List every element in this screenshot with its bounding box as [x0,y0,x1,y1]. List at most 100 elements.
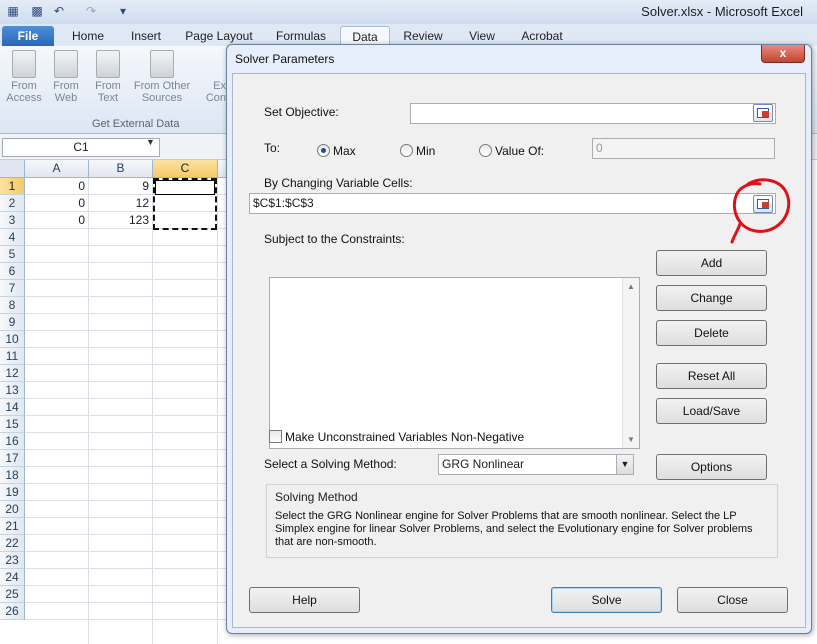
row-header-5[interactable]: 5 [0,246,25,263]
tab-home[interactable]: Home [60,26,116,46]
row-header-1[interactable]: 1 [0,178,25,195]
delete-button[interactable]: Delete [656,320,767,346]
row-header-20[interactable]: 20 [0,501,25,518]
row-header-10[interactable]: 10 [0,331,25,348]
row-header-26[interactable]: 26 [0,603,25,620]
reset-all-button[interactable]: Reset All [656,363,767,389]
save-icon[interactable]: ▩ [30,4,44,18]
solve-button[interactable]: Solve [551,587,662,613]
gridline [25,262,240,263]
tab-page-layout[interactable]: Page Layout [178,26,260,46]
column-header-c[interactable]: C [153,160,218,178]
column-header-b[interactable]: B [89,160,153,178]
tab-view[interactable]: View [456,26,508,46]
tab-insert[interactable]: Insert [120,26,172,46]
cell-b2[interactable]: 12 [89,195,153,212]
row-header-25[interactable]: 25 [0,586,25,603]
customize-toolbar-icon[interactable]: ▾ [116,4,130,18]
nonneg-checkbox[interactable] [269,430,282,443]
row-header-6[interactable]: 6 [0,263,25,280]
change-button[interactable]: Change [656,285,767,311]
tab-data[interactable]: Data [340,26,390,46]
chevron-down-icon[interactable]: ▼ [616,455,633,474]
row-header-15[interactable]: 15 [0,416,25,433]
row-header-18[interactable]: 18 [0,467,25,484]
text-file-icon [96,50,120,78]
tab-file[interactable]: File [2,26,54,46]
undo-icon[interactable]: ↶ [52,4,66,18]
row-header-11[interactable]: 11 [0,348,25,365]
cell-a1[interactable]: 0 [25,178,89,195]
cell-a3[interactable]: 0 [25,212,89,229]
solving-method-select[interactable]: GRG Nonlinear ▼ [438,454,634,475]
radio-max[interactable] [317,144,330,157]
options-button[interactable]: Options [656,454,767,480]
set-objective-ref-button[interactable] [753,104,773,122]
row-header-16[interactable]: 16 [0,433,25,450]
changing-cells-ref-button[interactable] [753,195,773,213]
radio-min-label[interactable]: Min [416,144,435,158]
chevron-down-icon[interactable]: ▼ [146,137,155,147]
dialog-close-button[interactable]: x [761,45,805,63]
constraints-scrollbar[interactable]: ▲ ▼ [622,278,639,448]
radio-min[interactable] [400,144,413,157]
row-header-2[interactable]: 2 [0,195,25,212]
row-header-12[interactable]: 12 [0,365,25,382]
close-button[interactable]: Close [677,587,788,613]
row-header-23[interactable]: 23 [0,552,25,569]
excel-logo-icon[interactable]: ▦ [6,4,20,18]
tab-formulas[interactable]: Formulas [266,26,336,46]
access-database-icon [12,50,36,78]
from-access-button[interactable]: From Access [2,50,46,104]
row-header-17[interactable]: 17 [0,450,25,467]
cell-a2[interactable]: 0 [25,195,89,212]
column-header-a[interactable]: A [25,160,89,178]
row-header-24[interactable]: 24 [0,569,25,586]
row-header-13[interactable]: 13 [0,382,25,399]
row-header-22[interactable]: 22 [0,535,25,552]
from-text-button[interactable]: From Text [86,50,130,104]
row-header-9[interactable]: 9 [0,314,25,331]
gridline [25,568,240,569]
cell-b1[interactable]: 9 [89,178,153,195]
set-objective-input[interactable] [410,103,776,124]
name-box[interactable]: C1 [2,138,160,157]
row-header-3[interactable]: 3 [0,212,25,229]
changing-cells-input[interactable]: $C$1:$C$3 [249,193,776,214]
from-other-sources-button[interactable]: From Other Sources [130,50,194,104]
gridline [25,534,240,535]
window-title: Solver.xlsx - Microsoft Excel [641,4,803,19]
radio-value-of-label[interactable]: Value Of: [495,144,544,158]
constraints-label: Subject to the Constraints: [264,232,405,246]
dialog-body: Set Objective: To: Max Min Value Of: 0 B… [232,73,806,628]
scroll-up-icon[interactable]: ▲ [627,282,635,291]
row-header-19[interactable]: 19 [0,484,25,501]
worksheet-grid[interactable]: A B C 0 9 0 12 0 123 1 2 3 4 5 6 7 8 9 10 11 12 13 14… [0,160,240,644]
row-header-7[interactable]: 7 [0,280,25,297]
help-button[interactable]: Help [249,587,360,613]
value-of-input[interactable]: 0 [592,138,775,159]
gridline [25,381,240,382]
solving-method-description: Select the GRG Nonlinear engine for Solv… [275,510,753,548]
existing-connections-button[interactable]: Ex Con [200,50,226,104]
radio-max-label[interactable]: Max [333,144,356,158]
row-header-8[interactable]: 8 [0,297,25,314]
row-header-4[interactable]: 4 [0,229,25,246]
nonneg-label[interactable]: Make Unconstrained Variables Non-Negativ… [285,430,524,444]
select-all-corner[interactable] [0,160,25,178]
radio-value-of[interactable] [479,144,492,157]
to-label: To: [264,141,281,155]
active-cell-c1[interactable] [155,180,215,195]
row-header-21[interactable]: 21 [0,518,25,535]
redo-icon[interactable]: ↷ [84,4,98,18]
tab-acrobat[interactable]: Acrobat [512,26,572,46]
load-save-button[interactable]: Load/Save [656,398,767,424]
scroll-down-icon[interactable]: ▼ [627,435,635,444]
add-button[interactable]: Add [656,250,767,276]
cell-b3[interactable]: 123 [89,212,153,229]
constraints-list[interactable]: ▲ ▼ [269,277,640,449]
row-header-14[interactable]: 14 [0,399,25,416]
from-web-button[interactable]: From Web [44,50,88,104]
gridline [25,602,240,603]
tab-review[interactable]: Review [394,26,452,46]
